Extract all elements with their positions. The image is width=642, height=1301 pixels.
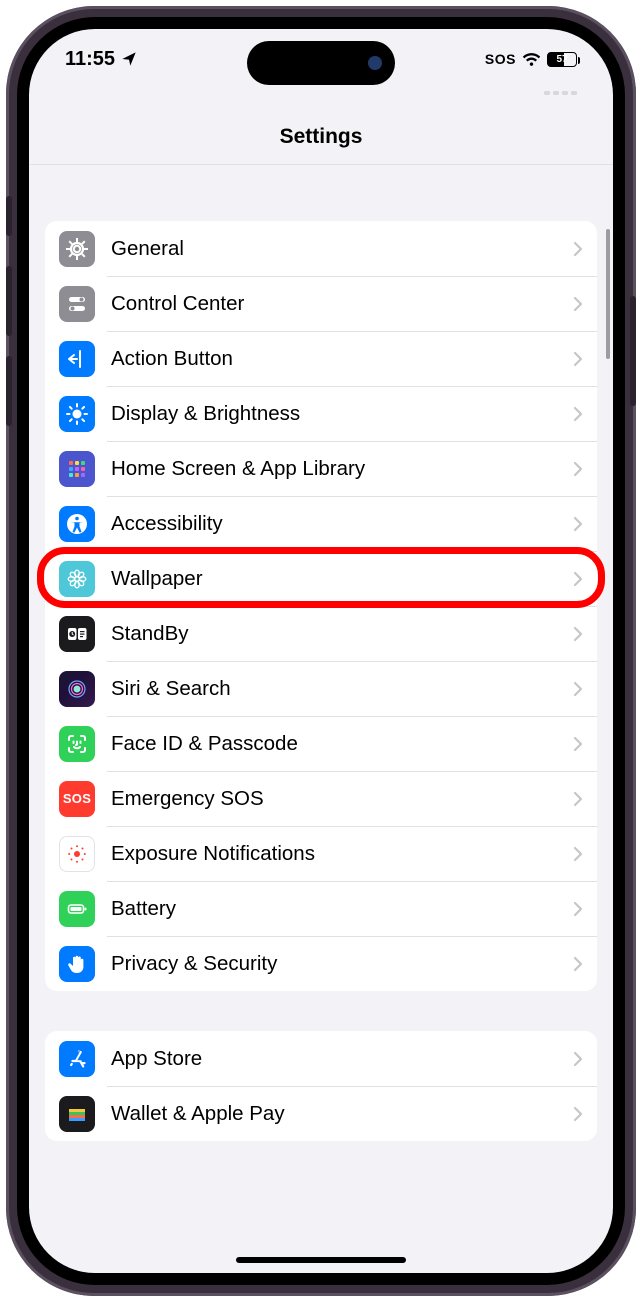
chevron-right-icon	[573, 241, 583, 257]
chevron-right-icon	[573, 571, 583, 587]
settings-row-face-id[interactable]: Face ID & Passcode	[45, 716, 597, 771]
action-button-icon	[59, 341, 95, 377]
settings-row-label: Control Center	[111, 292, 573, 316]
chevron-right-icon	[573, 681, 583, 697]
settings-group: General Control Center Action Button Displa…	[45, 221, 597, 991]
settings-row-privacy[interactable]: Privacy & Security	[45, 936, 597, 991]
settings-row-label: StandBy	[111, 622, 573, 646]
battery-icon: 57	[547, 52, 577, 67]
navigation-bar: Settings	[29, 109, 613, 165]
app-store-icon	[59, 1041, 95, 1077]
flower-icon	[59, 561, 95, 597]
chevron-right-icon	[573, 846, 583, 862]
face-id-icon	[59, 726, 95, 762]
chevron-right-icon	[573, 736, 583, 752]
settings-row-label: Battery	[111, 897, 573, 921]
home-indicator[interactable]	[236, 1257, 406, 1263]
settings-row-label: Exposure Notifications	[111, 842, 573, 866]
settings-group: App Store Wallet & Apple Pay	[45, 1031, 597, 1141]
chevron-right-icon	[573, 406, 583, 422]
settings-row-label: Home Screen & App Library	[111, 457, 573, 481]
settings-row-label: Face ID & Passcode	[111, 732, 573, 756]
settings-row-wallpaper[interactable]: Wallpaper	[45, 551, 597, 606]
settings-row-label: Siri & Search	[111, 677, 573, 701]
settings-row-label: Action Button	[111, 347, 573, 371]
camera-dot-icon	[368, 56, 382, 70]
settings-row-app-store[interactable]: App Store	[45, 1031, 597, 1086]
page-title: Settings	[280, 125, 363, 149]
chevron-right-icon	[573, 791, 583, 807]
settings-row-home-screen[interactable]: Home Screen & App Library	[45, 441, 597, 496]
siri-icon	[59, 671, 95, 707]
chevron-right-icon	[573, 626, 583, 642]
status-left: 11:55	[65, 48, 137, 71]
switches-icon	[59, 286, 95, 322]
side-button-vol-up	[6, 266, 12, 336]
settings-row-label: App Store	[111, 1047, 573, 1071]
settings-row-label: Accessibility	[111, 512, 573, 536]
chevron-right-icon	[573, 351, 583, 367]
side-button-vol-down	[6, 356, 12, 426]
settings-row-label: Emergency SOS	[111, 787, 573, 811]
settings-row-label: Privacy & Security	[111, 952, 573, 976]
settings-row-emergency-sos[interactable]: SOS Emergency SOS	[45, 771, 597, 826]
wifi-icon	[522, 50, 541, 69]
location-icon	[121, 51, 137, 67]
settings-row-control-center[interactable]: Control Center	[45, 276, 597, 331]
screen: 11:55 SOS 57 Settings	[29, 29, 613, 1273]
wallet-icon	[59, 1096, 95, 1132]
status-time: 11:55	[65, 48, 115, 71]
battery-text: 57	[548, 54, 576, 65]
gear-icon	[59, 231, 95, 267]
settings-row-label: Wallet & Apple Pay	[111, 1102, 573, 1126]
privacy-dots-icon	[544, 91, 577, 95]
accessibility-icon	[59, 506, 95, 542]
chevron-right-icon	[573, 1106, 583, 1122]
exposure-icon	[59, 836, 95, 872]
settings-row-exposure[interactable]: Exposure Notifications	[45, 826, 597, 881]
settings-row-label: Wallpaper	[111, 567, 573, 591]
side-button-mute	[6, 196, 12, 236]
hand-icon	[59, 946, 95, 982]
settings-row-standby[interactable]: StandBy	[45, 606, 597, 661]
settings-row-label: General	[111, 237, 573, 261]
chevron-right-icon	[573, 1051, 583, 1067]
sos-icon: SOS	[59, 781, 95, 817]
scroll-indicator[interactable]	[606, 229, 610, 359]
settings-row-display[interactable]: Display & Brightness	[45, 386, 597, 441]
dynamic-island	[247, 41, 395, 85]
side-button-power	[630, 296, 636, 406]
settings-row-battery[interactable]: Battery	[45, 881, 597, 936]
sun-icon	[59, 396, 95, 432]
chevron-right-icon	[573, 461, 583, 477]
chevron-right-icon	[573, 296, 583, 312]
settings-row-action-button[interactable]: Action Button	[45, 331, 597, 386]
settings-scroll-area[interactable]: General Control Center Action Button Displa…	[29, 165, 613, 1273]
settings-row-wallet[interactable]: Wallet & Apple Pay	[45, 1086, 597, 1141]
battery-icon	[59, 891, 95, 927]
settings-row-accessibility[interactable]: Accessibility	[45, 496, 597, 551]
standby-icon	[59, 616, 95, 652]
phone-bezel: 11:55 SOS 57 Settings	[17, 17, 625, 1285]
chevron-right-icon	[573, 956, 583, 972]
status-right: SOS 57	[485, 50, 577, 69]
settings-row-general[interactable]: General	[45, 221, 597, 276]
settings-row-label: Display & Brightness	[111, 402, 573, 426]
phone-frame: 11:55 SOS 57 Settings	[6, 6, 636, 1296]
apps-grid-icon	[59, 451, 95, 487]
chevron-right-icon	[573, 516, 583, 532]
sos-indicator: SOS	[485, 51, 516, 67]
chevron-right-icon	[573, 901, 583, 917]
settings-row-siri[interactable]: Siri & Search	[45, 661, 597, 716]
